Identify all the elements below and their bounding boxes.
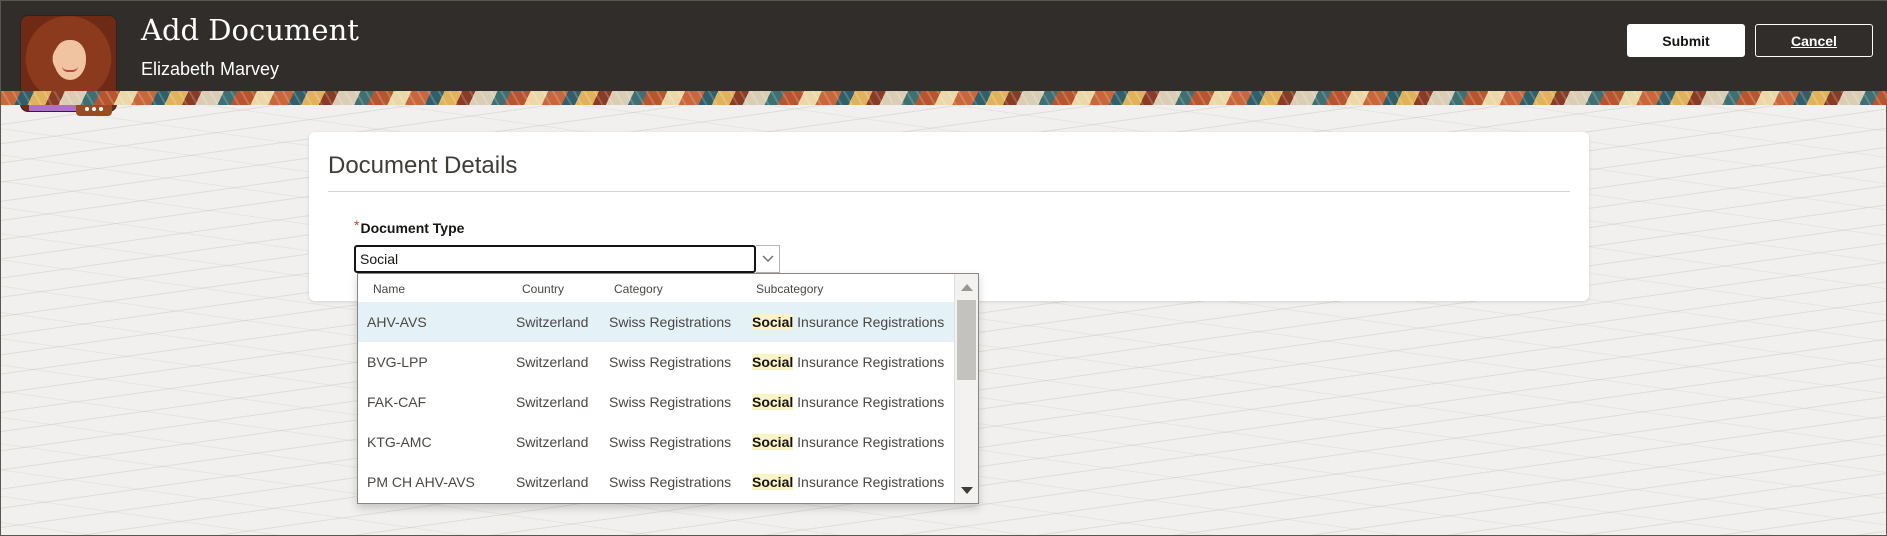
search-match-highlight: Social bbox=[752, 434, 794, 450]
scroll-up-icon[interactable] bbox=[961, 284, 973, 291]
option-category: Swiss Registrations bbox=[609, 394, 732, 410]
option-country: Switzerland bbox=[516, 354, 589, 370]
submit-button[interactable]: Submit bbox=[1627, 24, 1745, 57]
section-divider bbox=[328, 191, 1570, 192]
document-type-label-text: Document Type bbox=[360, 220, 465, 236]
option-name: PM CH AHV-AVS bbox=[367, 474, 475, 490]
dropdown-option[interactable]: KTG-AMC Switzerland Swiss Registrations … bbox=[358, 422, 954, 462]
header-decorative-band bbox=[1, 91, 1887, 105]
option-subcategory: Social Insurance Registrations bbox=[752, 434, 944, 450]
option-country: Switzerland bbox=[516, 314, 589, 330]
option-name: FAK-CAF bbox=[367, 394, 427, 410]
dropdown-option[interactable]: AHV-AVS Switzerland Swiss Registrations … bbox=[358, 302, 954, 342]
option-country: Switzerland bbox=[516, 434, 589, 450]
search-match-highlight: Social bbox=[752, 314, 794, 330]
dropdown-scrollbar[interactable] bbox=[954, 274, 978, 503]
dropdown-option[interactable]: PM CH AHV-AVS Switzerland Swiss Registra… bbox=[358, 462, 954, 502]
option-subcategory: Social Insurance Registrations bbox=[752, 474, 944, 490]
dropdown-header: Name Country Category Subcategory bbox=[358, 274, 954, 302]
option-subcategory-rest: Insurance Registrations bbox=[793, 434, 945, 450]
search-match-highlight: Social bbox=[752, 354, 794, 370]
dropdown-option[interactable]: FAK-CAF Switzerland Swiss Registrations … bbox=[358, 382, 954, 422]
scroll-down-icon[interactable] bbox=[961, 487, 973, 494]
option-subcategory-rest: Insurance Registrations bbox=[793, 354, 945, 370]
document-type-label: *Document Type bbox=[354, 217, 465, 236]
option-subcategory: Social Insurance Registrations bbox=[752, 394, 944, 410]
scrollbar-thumb[interactable] bbox=[957, 300, 976, 380]
cancel-button[interactable]: Cancel bbox=[1755, 24, 1873, 57]
column-header-subcategory: Subcategory bbox=[756, 282, 824, 296]
page-header: Add Document Elizabeth Marvey Submit Can… bbox=[1, 1, 1887, 116]
search-match-highlight: Social bbox=[752, 394, 794, 410]
document-type-input[interactable] bbox=[354, 245, 756, 273]
option-subcategory: Social Insurance Registrations bbox=[752, 314, 944, 330]
chevron-down-icon[interactable] bbox=[756, 245, 780, 273]
option-subcategory-rest: Insurance Registrations bbox=[793, 474, 945, 490]
column-header-name: Name bbox=[373, 282, 406, 296]
option-country: Switzerland bbox=[516, 394, 589, 410]
option-subcategory: Social Insurance Registrations bbox=[752, 354, 944, 370]
page-title: Add Document bbox=[141, 13, 359, 47]
option-name: BVG-LPP bbox=[367, 354, 428, 370]
column-header-country: Country bbox=[522, 282, 565, 296]
option-name: AHV-AVS bbox=[367, 314, 427, 330]
dropdown-option[interactable]: BVG-LPP Switzerland Swiss Registrations … bbox=[358, 342, 954, 382]
document-type-dropdown: Name Country Category Subcategory AHV-AV… bbox=[357, 273, 979, 504]
option-country: Switzerland bbox=[516, 474, 589, 490]
option-category: Swiss Registrations bbox=[609, 354, 732, 370]
option-name: KTG-AMC bbox=[367, 434, 432, 450]
option-category: Swiss Registrations bbox=[609, 434, 732, 450]
person-name: Elizabeth Marvey bbox=[141, 59, 280, 79]
option-subcategory-rest: Insurance Registrations bbox=[793, 394, 945, 410]
section-title: Document Details bbox=[328, 152, 518, 179]
option-subcategory-rest: Insurance Registrations bbox=[793, 314, 945, 330]
document-type-combobox[interactable] bbox=[354, 245, 780, 273]
column-header-category: Category bbox=[614, 282, 663, 296]
option-category: Swiss Registrations bbox=[609, 474, 732, 490]
required-marker: * bbox=[354, 217, 360, 233]
option-category: Swiss Registrations bbox=[609, 314, 732, 330]
search-match-highlight: Social bbox=[752, 474, 794, 490]
